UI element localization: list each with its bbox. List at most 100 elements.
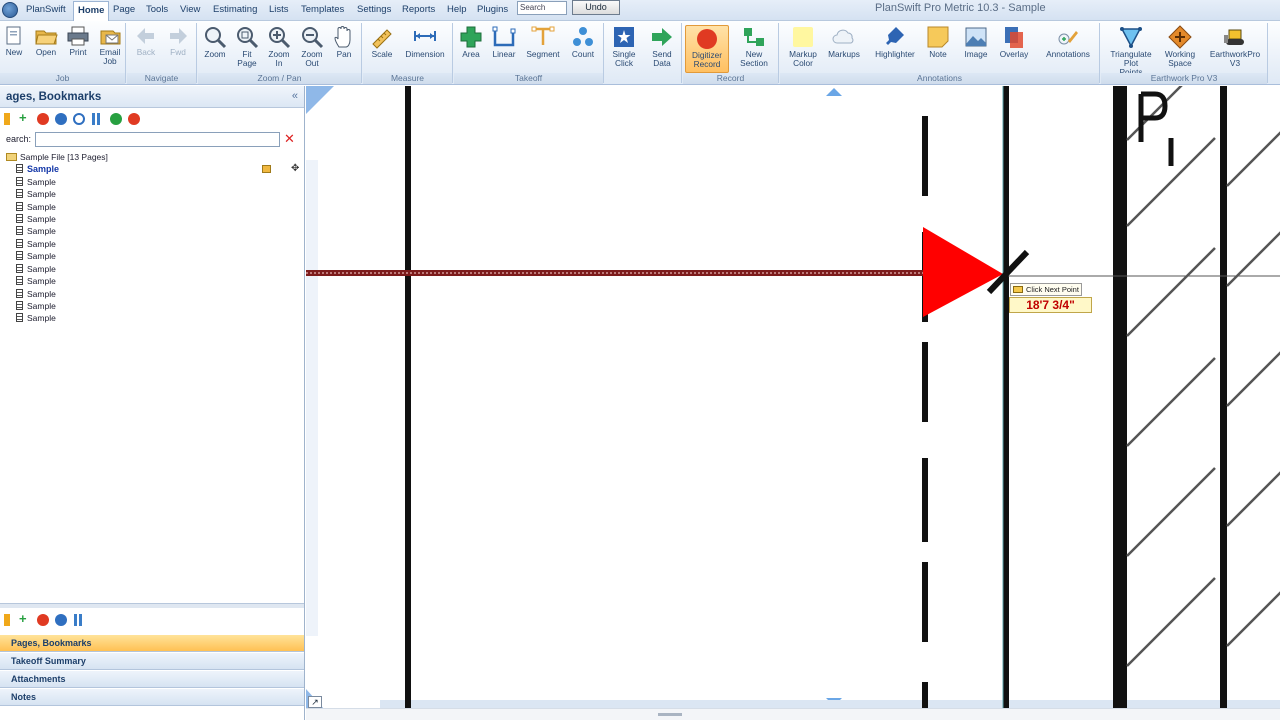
horizontal-scrollbar[interactable]: ↗	[306, 696, 1280, 720]
count-button[interactable]: Count	[567, 25, 599, 59]
add-icon[interactable]: +	[19, 111, 31, 125]
new-icon	[6, 26, 21, 45]
app-orb-icon[interactable]	[2, 2, 18, 18]
zoom-in-button[interactable]: Zoom In	[265, 25, 293, 68]
dimension-button[interactable]: Dimension	[401, 25, 449, 59]
menu-view[interactable]: View	[180, 4, 200, 15]
tree-page-item[interactable]: Sample	[16, 289, 56, 301]
tree-page-item[interactable]: Sample	[16, 264, 56, 276]
new-section-button[interactable]: New Section	[733, 25, 775, 68]
email-job-button[interactable]: Email Job	[95, 25, 125, 66]
tree-page-item[interactable]: Sample	[16, 164, 59, 176]
page-icon	[16, 226, 23, 235]
scale-button[interactable]: Scale	[367, 25, 397, 59]
app-menu-label[interactable]: PlanSwift	[26, 4, 66, 15]
clear-search-icon[interactable]: ✕	[284, 131, 295, 147]
tree-page-item[interactable]: Sample	[16, 214, 56, 226]
tree-page-item[interactable]: Sample	[16, 313, 56, 325]
single-click-button[interactable]: Single Click	[607, 25, 641, 68]
search-input[interactable]: Search	[517, 1, 567, 15]
expand-all-icon[interactable]	[110, 113, 122, 125]
highlighter-button[interactable]: Highlighter	[870, 25, 920, 59]
nav-tab-notes[interactable]: Notes	[0, 689, 304, 706]
tree-page-item[interactable]: Sample	[16, 251, 56, 263]
move-handle-icon[interactable]: ✥	[291, 163, 299, 174]
zoom-out-button[interactable]: Zoom Out	[297, 25, 327, 68]
menu-page[interactable]: Page	[113, 4, 135, 15]
page-search-input[interactable]	[35, 132, 280, 147]
collapse-all-icon[interactable]	[128, 113, 140, 125]
delete-icon[interactable]	[37, 113, 49, 125]
print-button[interactable]: Print	[64, 25, 92, 57]
menu-templates[interactable]: Templates	[301, 4, 344, 15]
note-button[interactable]: Note	[926, 25, 950, 59]
settings-gear-icon[interactable]	[55, 113, 67, 125]
dimension-label: Dimension	[405, 49, 445, 59]
tree-root[interactable]: Sample File [13 Pages]	[6, 152, 108, 164]
ribbon-group-navigate: Back Fwd Navigate	[127, 23, 197, 84]
markups-button[interactable]: Markups	[826, 25, 862, 59]
add-icon[interactable]: +	[19, 612, 31, 626]
menu-tools[interactable]: Tools	[146, 4, 168, 15]
overlay-button[interactable]: Overlay	[998, 25, 1030, 59]
nav-tab-pages-bookmarks[interactable]: Pages, Bookmarks	[0, 635, 304, 652]
bookmark-icon[interactable]	[4, 614, 10, 626]
menu-settings[interactable]: Settings	[357, 4, 391, 15]
scroll-thumb[interactable]	[658, 713, 682, 716]
tree-page-item[interactable]: Sample	[16, 276, 56, 288]
delete-icon[interactable]	[37, 614, 49, 626]
linear-button[interactable]: Linear	[489, 25, 519, 59]
fit-page-button[interactable]: Fit Page	[233, 25, 261, 68]
nav-tab-attachments[interactable]: Attachments	[0, 671, 304, 688]
menu-help[interactable]: Help	[447, 4, 467, 15]
menu-home[interactable]: Home	[73, 1, 110, 22]
resize-corner-icon[interactable]: ↗	[308, 696, 322, 708]
tree-page-item[interactable]: Sample	[16, 177, 56, 189]
drawing-canvas[interactable]	[306, 86, 1280, 720]
menu-lists[interactable]: Lists	[269, 4, 289, 15]
markup-color-button[interactable]: Markup Color	[784, 25, 822, 68]
collapse-panel-icon[interactable]: «	[292, 90, 298, 102]
area-button[interactable]: Area	[457, 25, 485, 59]
print-label: Print	[69, 47, 87, 57]
new-button[interactable]: New	[2, 25, 26, 57]
tree-page-item[interactable]: Sample	[16, 301, 56, 313]
zoom-in-icon	[269, 27, 291, 49]
bookmark-icon[interactable]	[4, 113, 10, 125]
earthwork-group-label: Earthwork Pro V3	[1101, 73, 1267, 84]
settings-gear-icon[interactable]	[55, 614, 67, 626]
earthworkpro-v3-button[interactable]: EarthworkPro V3	[1205, 25, 1265, 68]
annotations-label: Annotations	[1046, 49, 1090, 59]
edit-page-icon[interactable]	[262, 165, 271, 173]
annotations-button[interactable]: Annotations	[1042, 25, 1094, 59]
nav-tab-takeoff-summary[interactable]: Takeoff Summary	[0, 653, 304, 670]
zoom-button[interactable]: Zoom	[201, 25, 229, 59]
back-button[interactable]: Back	[133, 25, 159, 57]
triangulate-plot-points-button[interactable]: Triangulate Plot Points	[1107, 25, 1155, 77]
digitizer-record-button[interactable]: Digitizer Record	[685, 25, 729, 73]
menu-plugins[interactable]: Plugins	[477, 4, 508, 15]
working-space-button[interactable]: Working Space	[1159, 25, 1201, 68]
tree-page-item[interactable]: Sample	[16, 189, 56, 201]
forward-button[interactable]: Fwd	[165, 25, 191, 57]
undo-button[interactable]: Undo	[572, 0, 620, 15]
segment-button[interactable]: Segment	[525, 25, 561, 59]
scroll-up-marker-icon[interactable]	[826, 88, 842, 96]
tree-page-item[interactable]: Sample	[16, 202, 56, 214]
picture-icon	[965, 27, 987, 47]
tree-page-item[interactable]: Sample	[16, 226, 56, 238]
panel-splitter[interactable]	[0, 603, 304, 608]
sort-icon[interactable]	[74, 614, 82, 626]
image-button[interactable]: Image	[962, 25, 990, 59]
working-space-label: Working Space	[1164, 49, 1196, 68]
pan-button[interactable]: Pan	[331, 25, 357, 59]
menu-estimating[interactable]: Estimating	[213, 4, 257, 15]
menu-reports[interactable]: Reports	[402, 4, 435, 15]
tree-page-item[interactable]: Sample	[16, 239, 56, 251]
refresh-icon[interactable]	[73, 113, 85, 125]
job-group-label: Job	[0, 73, 125, 84]
open-button[interactable]: Open	[32, 25, 60, 57]
send-data-button[interactable]: Send Data	[645, 25, 679, 68]
sort-icon[interactable]	[92, 113, 100, 125]
panel-header: ages, Bookmarks «	[0, 86, 304, 108]
